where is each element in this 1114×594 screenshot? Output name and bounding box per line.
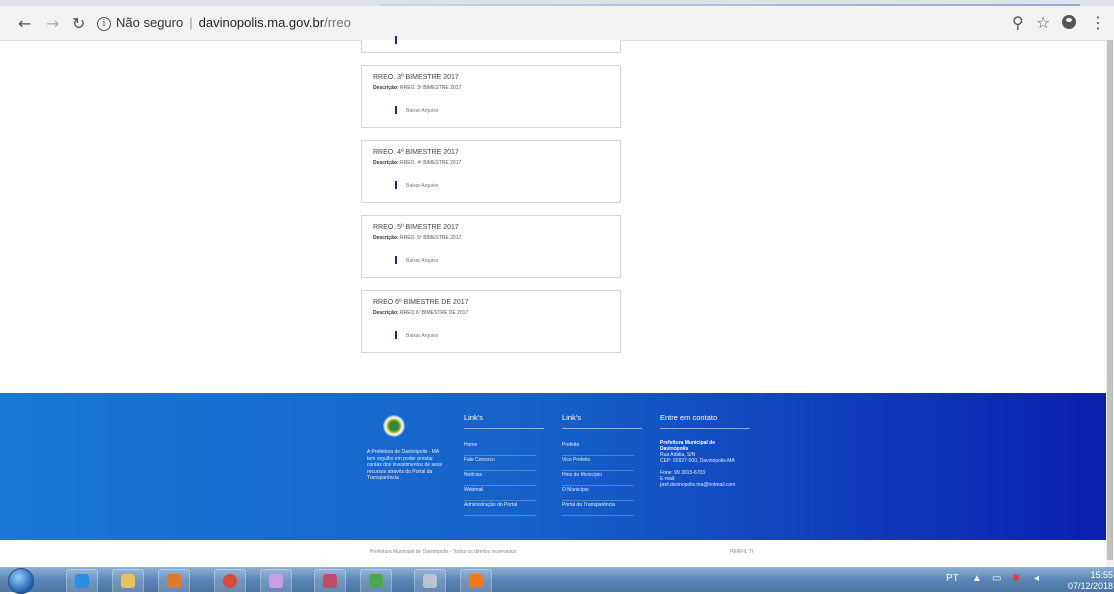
snipping-tool-icon[interactable] <box>314 569 346 593</box>
forward-arrow-icon[interactable]: → <box>46 14 59 33</box>
url-host: davinopolis.ma.gov.br <box>198 15 325 30</box>
active-tab-indicator <box>380 4 1080 6</box>
language-indicator[interactable]: PT <box>946 573 959 584</box>
footer-links-column: Link's Prefeito Vice Prefeito Hino do Mu… <box>562 413 642 516</box>
card-description: Descrição: RREO. 4º BIMESTRE 2017 <box>373 160 461 166</box>
volume-icon[interactable]: ◂ <box>1034 573 1039 584</box>
internet-explorer-icon[interactable] <box>66 569 98 593</box>
address-bar[interactable]: Não seguro | davinopolis.ma.gov.br/rreo <box>116 15 351 30</box>
footer-link-prefeito[interactable]: Prefeito <box>562 441 634 456</box>
security-label: Não seguro <box>116 15 184 30</box>
footer-about-text: A Prefeitura de Davinópolis - MA tem org… <box>367 449 443 481</box>
copyright-text: Prefeitura Municipal de Davinópolis - To… <box>370 549 517 555</box>
description-text: RREO 6º BIMESTRE DE 2017 <box>399 310 469 316</box>
footer-links-heading: Link's <box>464 413 544 429</box>
card-title: RREO 6º BIMESTRE DE 2017 <box>373 299 469 306</box>
footer-link-hino[interactable]: Hino do Município <box>562 471 634 486</box>
taskbar-clock[interactable]: 15:55 07/12/2018 <box>1068 570 1113 592</box>
download-marker <box>395 181 397 189</box>
clock-time: 15:55 <box>1090 570 1114 580</box>
info-icon[interactable]: i <box>97 17 111 31</box>
card-description: Descrição: RREO 6º BIMESTRE DE 2017 <box>373 310 468 316</box>
partial-card <box>361 36 621 53</box>
profile-icon[interactable] <box>1062 15 1076 29</box>
description-text: RREO. 4º BIMESTRE 2017 <box>399 160 462 166</box>
download-marker <box>395 256 397 264</box>
footer-link-vice-prefeito[interactable]: Vice Prefeito <box>562 456 634 471</box>
browser-toolbar: ← → ↻ i Não seguro | davinopolis.ma.gov.br… <box>0 0 1114 41</box>
footer-link-noticias[interactable]: Notícias <box>464 471 536 486</box>
report-card: RREO. 3º BIMESTRE 2017 Descrição: RREO. … <box>361 65 621 128</box>
download-link[interactable]: Baixar Arquivo <box>406 258 438 264</box>
tab-strip <box>0 0 1114 6</box>
report-card: RREO. 4º BIMESTRE 2017 Descrição: RREO. … <box>361 140 621 203</box>
file-explorer-icon[interactable] <box>112 569 144 593</box>
address-separator: | <box>189 15 193 30</box>
description-text: RREO. 5º BIMESTRE 2017 <box>399 235 462 241</box>
footer-links-column: Link's Home Fale Conosco Notícias Webmai… <box>464 413 544 516</box>
report-card: RREO 6º BIMESTRE DE 2017 Descrição: RREO… <box>361 290 621 353</box>
clock-date: 07/12/2018 <box>1068 581 1114 591</box>
perfil-credit[interactable]: PERFIL TI <box>730 549 753 555</box>
zoom-icon[interactable]: ⚲ <box>1012 13 1024 32</box>
page-scrollbar[interactable] <box>1106 40 1114 567</box>
download-marker <box>395 106 397 114</box>
footer-link-municipio[interactable]: O Município <box>562 486 634 501</box>
download-marker <box>395 36 397 44</box>
description-label: Descrição: <box>373 85 399 91</box>
windows-taskbar: PT ▲ ▭ ✖ ◂ 15:55 07/12/2018 <box>0 567 1114 594</box>
footer-link-admin-portal[interactable]: Administração do Portal <box>464 501 536 516</box>
description-label: Descrição: <box>373 310 399 316</box>
chrome-icon[interactable] <box>214 569 246 593</box>
report-card: RREO. 5º BIMESTRE 2017 Descrição: RREO. … <box>361 215 621 278</box>
reload-icon[interactable]: ↻ <box>72 14 85 33</box>
municipal-emblem-icon <box>383 415 405 437</box>
bookmark-star-icon[interactable]: ☆ <box>1036 13 1050 32</box>
network-icon[interactable]: ▭ <box>992 573 1001 584</box>
download-link[interactable]: Baixar Arquivo <box>406 108 438 114</box>
media-player-icon[interactable] <box>158 569 190 593</box>
footer-contact: Entre em contato Prefeitura Municipal de… <box>660 413 770 488</box>
card-description: Descrição: RREO. 5º BIMESTRE 2017 <box>373 235 461 241</box>
url-path: /rreo <box>324 15 351 30</box>
contact-email[interactable]: pref.davinopolis.ma@hotmail.com <box>660 482 770 488</box>
description-text: RREO. 3º BIMESTRE 2017 <box>399 85 462 91</box>
card-description: Descrição: RREO. 3º BIMESTRE 2017 <box>373 85 461 91</box>
orange-app-icon[interactable] <box>460 569 492 593</box>
card-title: RREO. 4º BIMESTRE 2017 <box>373 149 459 156</box>
footer-link-home[interactable]: Home <box>464 441 536 456</box>
footer-links-heading: Link's <box>562 413 642 429</box>
description-label: Descrição: <box>373 160 399 166</box>
paint-icon[interactable] <box>260 569 292 593</box>
card-title: RREO. 3º BIMESTRE 2017 <box>373 74 459 81</box>
download-marker <box>395 331 397 339</box>
start-button-icon[interactable] <box>8 568 34 594</box>
footer-link-transparencia[interactable]: Portal da Transparência <box>562 501 634 516</box>
scrollbar-thumb[interactable] <box>1107 40 1113 560</box>
description-label: Descrição: <box>373 235 399 241</box>
flag-alert-icon[interactable]: ✖ <box>1012 573 1020 584</box>
calculator-icon[interactable] <box>414 569 446 593</box>
tray-expand-icon[interactable]: ▲ <box>972 573 982 584</box>
contact-heading: Entre em contato <box>660 413 750 429</box>
menu-kebab-icon[interactable]: ⋮ <box>1090 13 1106 32</box>
green-app-icon[interactable] <box>360 569 392 593</box>
site-footer: A Prefeitura de Davinópolis - MA tem org… <box>0 393 1106 540</box>
footer-link-webmail[interactable]: Webmail <box>464 486 536 501</box>
footer-link-fale-conosco[interactable]: Fale Conosco <box>464 456 536 471</box>
download-link[interactable]: Baixar Arquivo <box>406 183 438 189</box>
back-arrow-icon[interactable]: ← <box>18 14 31 33</box>
download-link[interactable]: Baixar Arquivo <box>406 333 438 339</box>
card-title: RREO. 5º BIMESTRE 2017 <box>373 224 459 231</box>
